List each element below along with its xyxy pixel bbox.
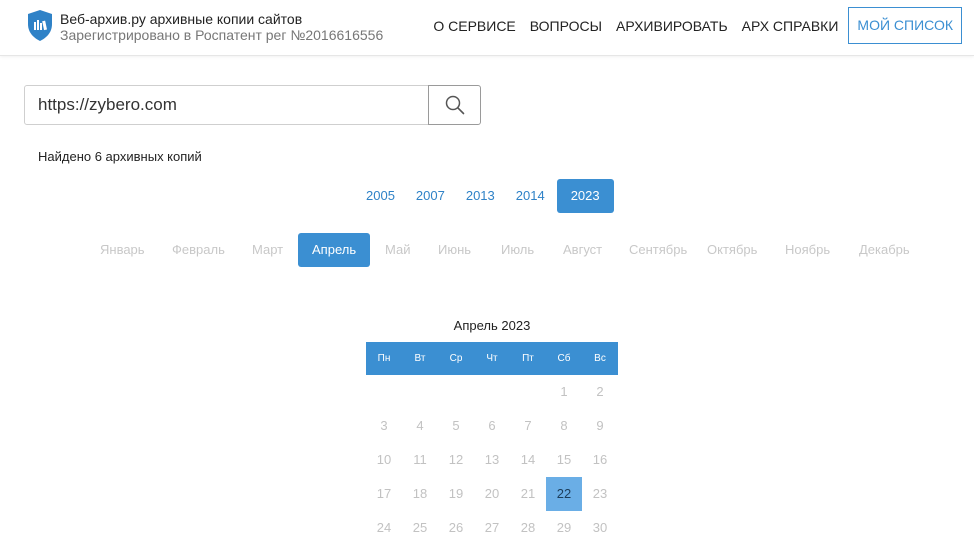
calendar-empty-cell [474,375,510,409]
calendar-day: 9 [596,418,604,433]
weekday-tue: Вт [414,353,426,364]
calendar-day: 2 [596,384,604,399]
calendar-weekday-header: Пн Вт Ср Чт Пт Сб Вс [366,342,618,375]
year-2005[interactable]: 2005 [357,179,404,213]
calendar-day: 30 [592,520,608,533]
calendar-empty-cell [510,375,546,409]
month-november: Ноябрь [785,242,831,257]
year-selector: 2005 2007 2013 2014 2023 [357,179,617,213]
month-august: Август [563,242,603,257]
brand-subtitle: Зарегистрировано в Роспатент рег №201661… [60,27,384,43]
calendar-day: 18 [412,486,428,501]
calendar-day: 6 [488,418,496,433]
calendar-day: 5 [452,418,460,433]
calendar-day: 25 [412,520,428,533]
calendar-day: 12 [448,452,464,467]
calendar-day: 26 [448,520,464,533]
year-2007[interactable]: 2007 [407,179,454,213]
calendar-day: 1 [560,384,568,399]
main-nav: О СЕРВИСЕ ВОПРОСЫ АРХИВИРОВАТЬ АРХ СПРАВ… [419,7,962,44]
calendar-day: 3 [380,418,388,433]
shield-logo-icon[interactable] [27,9,53,42]
year-2014[interactable]: 2014 [507,179,554,213]
calendar-day: 8 [560,418,568,433]
calendar-day: 21 [520,486,536,501]
calendar-grid: 1 2 3 4 5 6 7 8 9 10 11 12 13 14 15 16 17 18 19 20 21 22 23 24 2… [366,375,618,533]
month-july: Июль [501,242,535,257]
results-count: Найдено 6 архивных копий [38,149,202,164]
weekday-mon: Пн [377,353,391,364]
calendar-day: 4 [416,418,424,433]
month-december: Декабрь [859,242,910,257]
calendar-day: 14 [520,452,536,467]
calendar-day-archived[interactable]: 22 [546,477,582,511]
weekday-fri: Пт [522,353,534,364]
brand[interactable]: Веб-архив.ру архивные копии сайтов Зарег… [60,11,383,43]
weekday-sat: Сб [557,353,571,364]
month-may: Май [385,242,411,257]
brand-title: Веб-архив.ру архивные копии сайтов [60,11,303,27]
year-2023-active[interactable]: 2023 [556,179,614,213]
calendar-day: 28 [520,520,536,533]
calendar-day: 13 [484,452,500,467]
month-september: Сентябрь [629,242,688,257]
month-june: Июнь [438,242,472,257]
calendar-week-row: 17 18 19 20 21 22 23 [366,477,618,511]
calendar-week-row: 10 11 12 13 14 15 16 [366,443,618,477]
calendar-day: 29 [556,520,572,533]
calendar-day: 23 [592,486,608,501]
weekday-thu: Чт [486,353,498,364]
nav-archive-certificates[interactable]: АРХ СПРАВКИ [742,18,839,34]
nav-archive[interactable]: АРХИВИРОВАТЬ [616,18,728,34]
month-october: Октябрь [707,242,758,257]
search-input[interactable] [24,85,429,125]
calendar-day: 17 [376,486,392,501]
site-header: Веб-архив.ру архивные копии сайтов Зарег… [0,0,974,56]
calendar-empty-cell [366,375,402,409]
nav-about[interactable]: О СЕРВИСЕ [433,18,515,34]
calendar-empty-cell [438,375,474,409]
calendar-title: Апрель 2023 [453,318,531,333]
calendar-day: 24 [376,520,392,533]
calendar-week-row: 24 25 26 27 28 29 30 [366,511,618,533]
calendar-week-row: 12 [366,375,618,409]
month-april-active[interactable]: Апрель [298,233,371,267]
month-january: Январь [100,242,145,257]
search-icon [445,95,464,115]
nav-faq[interactable]: ВОПРОСЫ [530,18,602,34]
weekday-wed: Ср [449,353,463,364]
month-selector: Январь Февраль Март Апрель Май Июнь Июль… [0,233,974,267]
calendar-week-row: 3 4 5 6 7 8 9 [366,409,618,443]
calendar-day: 10 [376,452,392,467]
calendar-day: 11 [413,452,427,467]
month-february: Февраль [172,242,225,257]
search-button[interactable] [428,85,481,125]
calendar-day: 27 [484,520,500,533]
calendar-day: 7 [524,418,532,433]
month-march: Март [252,242,284,257]
calendar-day: 20 [484,486,500,501]
my-list-button[interactable]: МОЙ СПИСОК [848,7,962,44]
calendar-day: 16 [592,452,608,467]
calendar-day: 19 [448,486,464,501]
calendar-empty-cell [402,375,438,409]
year-2013[interactable]: 2013 [457,179,504,213]
weekday-sun: Вс [594,353,606,364]
calendar-day: 15 [556,452,572,467]
